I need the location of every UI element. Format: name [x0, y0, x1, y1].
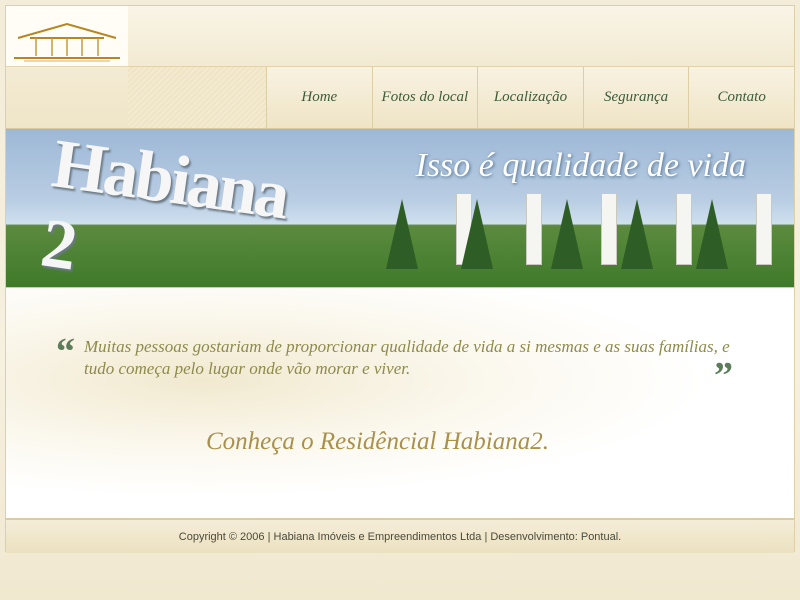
copyright-text: Copyright © 2006 | Habiana Imóveis e Emp… [178, 530, 622, 543]
banner-pillar [756, 193, 772, 265]
banner-tagline: Isso é qualidade de vida [415, 147, 747, 184]
banner-pillar [526, 193, 542, 265]
nav-home[interactable]: Home [266, 67, 372, 128]
quote-text: Muitas pessoas gostariam de proporcionar… [84, 337, 730, 378]
banner-tree [551, 199, 583, 269]
banner-pillar [601, 193, 617, 265]
header: Home Fotos do local Localização Seguranç… [6, 6, 794, 128]
logo[interactable] [6, 6, 129, 67]
banner-tree [696, 199, 728, 269]
main-content: “ Muitas pessoas gostariam de proporcion… [6, 288, 794, 518]
banner-pillar [676, 193, 692, 265]
banner-tree [461, 199, 493, 269]
call-to-action: Conheça o Residêncial Habiana2. [206, 428, 549, 455]
banner-tree [386, 199, 418, 269]
footer: Copyright © 2006 | Habiana Imóveis e Emp… [6, 518, 794, 553]
brand-sign: Habiana 2 [36, 128, 292, 286]
nav-localizacao[interactable]: Localização [477, 67, 583, 128]
banner-tree [621, 199, 653, 269]
quote-open-mark: “ [56, 331, 75, 373]
hero-banner: Habiana 2 Isso é qualidade de vida [6, 128, 794, 289]
main-nav: Home Fotos do local Localização Seguranç… [266, 67, 794, 128]
quote-close-mark: ” [714, 355, 733, 397]
nav-seguranca[interactable]: Segurança [582, 67, 689, 128]
header-strip [128, 6, 794, 67]
page-frame: Home Fotos do local Localização Seguranç… [5, 5, 795, 553]
nav-contato[interactable]: Contato [688, 67, 794, 128]
house-roof-logo-icon [14, 22, 120, 62]
nav-fotos-do-local[interactable]: Fotos do local [371, 67, 478, 128]
